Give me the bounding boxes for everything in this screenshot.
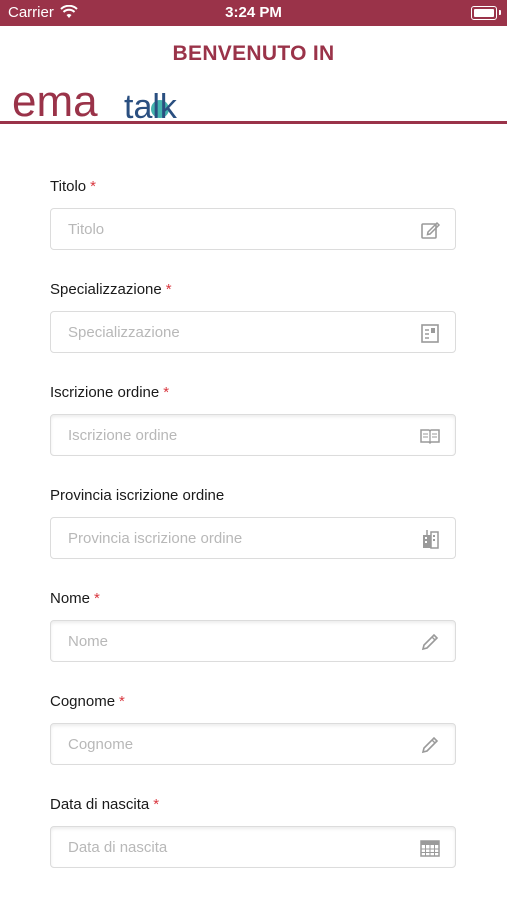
edit-icon xyxy=(421,221,441,239)
document-icon xyxy=(421,324,439,343)
status-bar: Carrier 3:24 PM xyxy=(0,0,507,26)
calendar-icon xyxy=(420,840,440,857)
battery-icon xyxy=(471,6,497,20)
field-label: Nome * xyxy=(50,590,100,607)
iscrizione-ordine-input[interactable]: Iscrizione ordine xyxy=(50,414,456,456)
input-placeholder: Provincia iscrizione ordine xyxy=(68,530,243,547)
provincia-iscrizione-input[interactable]: Provincia iscrizione ordine xyxy=(50,517,456,559)
field-label: Provincia iscrizione ordine xyxy=(50,487,225,504)
field-label: Data di nascita * xyxy=(50,796,160,813)
input-placeholder: Data di nascita xyxy=(68,839,168,856)
field-titolo: Titolo * Titolo xyxy=(50,170,458,273)
nome-input[interactable]: Nome xyxy=(50,620,456,662)
input-placeholder: Nome xyxy=(68,633,109,650)
field-label: Iscrizione ordine * xyxy=(50,384,170,401)
titolo-input[interactable]: Titolo xyxy=(50,208,456,250)
field-cognome: Cognome * Cognome xyxy=(50,685,458,788)
pencil-icon xyxy=(421,736,439,754)
field-data-nascita: Data di nascita * Data di nascita xyxy=(50,788,458,891)
pencil-icon xyxy=(421,633,439,651)
cognome-input[interactable]: Cognome xyxy=(50,723,456,765)
field-label: Titolo * xyxy=(50,178,96,195)
input-placeholder: Iscrizione ordine xyxy=(68,427,178,444)
logo-text-talk: talk xyxy=(124,88,178,124)
building-icon xyxy=(423,530,439,549)
input-placeholder: Titolo xyxy=(68,221,105,238)
battery-tip xyxy=(499,10,501,15)
registration-form: Titolo * Titolo Specializzazione * Special… xyxy=(50,170,458,891)
field-iscrizione-ordine: Iscrizione ordine * Iscrizione ordine xyxy=(50,376,458,479)
status-time: 3:24 PM xyxy=(225,4,282,21)
header-divider xyxy=(0,121,507,124)
field-label: Specializzazione * xyxy=(50,281,172,298)
ematalk-logo: ema talk xyxy=(12,80,178,124)
specializzazione-input[interactable]: Specializzazione xyxy=(50,311,456,353)
logo-text-ema: ema xyxy=(12,80,98,124)
book-icon xyxy=(420,429,440,445)
field-nome: Nome * Nome xyxy=(50,582,458,685)
data-nascita-input[interactable]: Data di nascita xyxy=(50,826,456,868)
field-provincia-iscrizione: Provincia iscrizione ordine Provincia is… xyxy=(50,479,458,582)
input-placeholder: Specializzazione xyxy=(68,324,180,341)
field-label: Cognome * xyxy=(50,693,125,710)
input-placeholder: Cognome xyxy=(68,736,134,753)
field-specializzazione: Specializzazione * Specializzazione xyxy=(50,273,458,376)
welcome-heading: BENVENUTO IN xyxy=(172,42,335,65)
